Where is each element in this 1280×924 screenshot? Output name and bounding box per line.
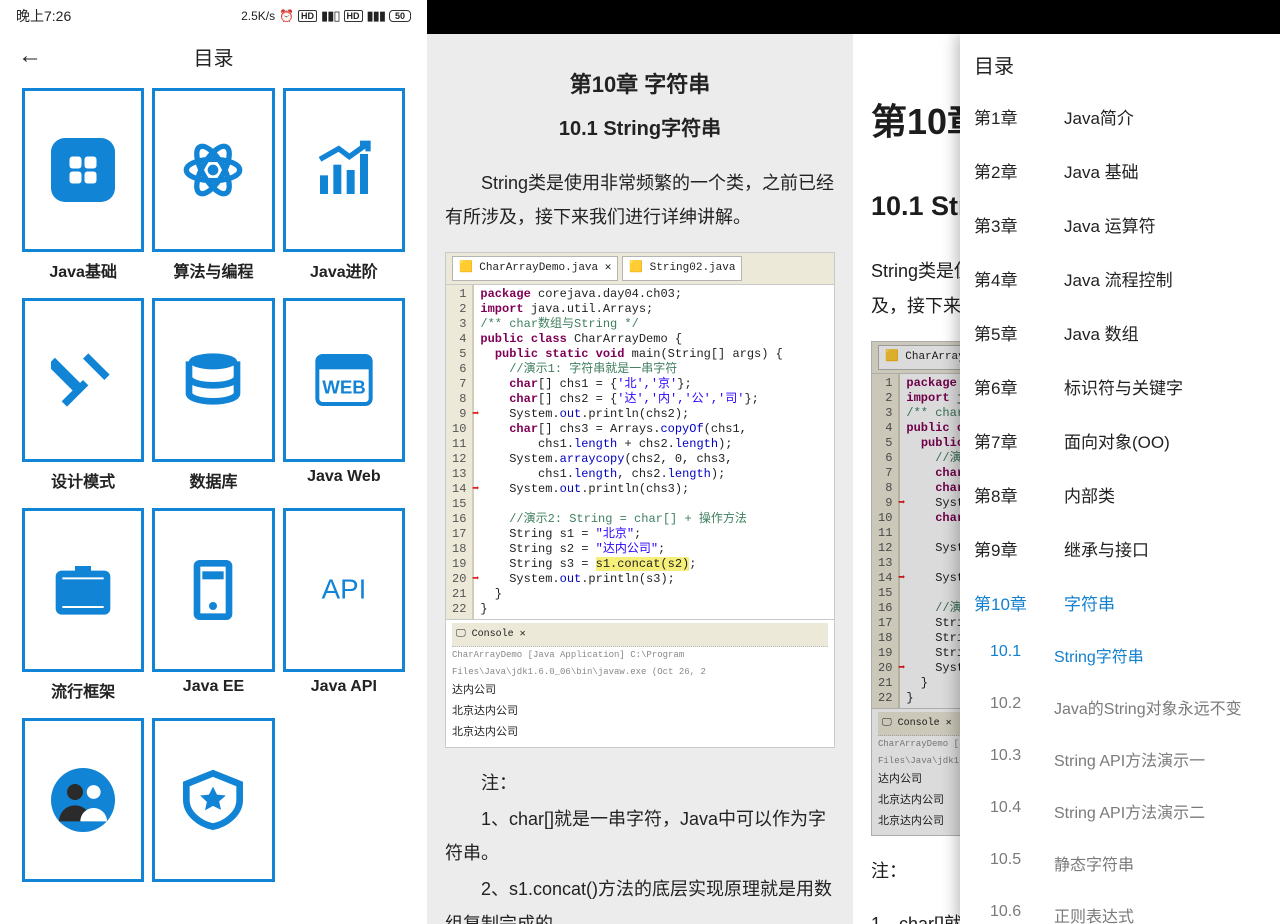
toc-chapter-label: Java 基础 bbox=[1064, 158, 1139, 183]
toc-chapter[interactable]: 第3章 Java 运算符 bbox=[960, 197, 1280, 251]
category-card-badge[interactable] bbox=[152, 718, 274, 882]
page-title: 目录 bbox=[0, 42, 427, 71]
code-block: 🟨 CharArrayDemo.java ✕🟨 String02.java123… bbox=[445, 252, 835, 748]
status-icons: 2.5K/s ⏰ HD▮▮▯ HD▮▮▮ 50 bbox=[241, 8, 411, 24]
toc-chapter-num: 第9章 bbox=[974, 536, 1046, 561]
toc-section-num: 10.5 bbox=[990, 851, 1036, 875]
toc-drawer[interactable]: 目录 第1章 Java简介第2章 Java 基础第3章 Java 运算符第4章 Java… bbox=[960, 34, 1280, 924]
toc-section-num: 10.2 bbox=[990, 695, 1036, 719]
toc-section[interactable]: 10.5 静态字符串 bbox=[960, 837, 1280, 889]
category-label: Java API bbox=[283, 678, 405, 696]
toc-chapter-num: 第7章 bbox=[974, 428, 1046, 453]
toc-chapter-label: Java 数组 bbox=[1064, 320, 1139, 345]
tools-icon bbox=[51, 348, 115, 412]
toc-chapter[interactable]: 第5章 Java 数组 bbox=[960, 305, 1280, 359]
web-icon: WEB bbox=[312, 348, 376, 412]
toc-chapter[interactable]: 第1章 Java简介 bbox=[960, 89, 1280, 143]
toc-section-label: String字符串 bbox=[1054, 643, 1144, 667]
toc-chapter-num: 第8章 bbox=[974, 482, 1046, 507]
toc-chapter-num: 第5章 bbox=[974, 320, 1046, 345]
toc-section[interactable]: 10.1 String字符串 bbox=[960, 629, 1280, 681]
chapter-title: 第10章 字符串 bbox=[445, 64, 835, 106]
toc-chapter-label: Java 运算符 bbox=[1064, 212, 1156, 237]
toc-chapter-num: 第10章 bbox=[974, 590, 1046, 615]
users-icon bbox=[51, 768, 115, 832]
toc-chapter-num: 第3章 bbox=[974, 212, 1046, 237]
toc-chapter[interactable]: 第10章字符串 bbox=[960, 575, 1280, 629]
section-title: 10.1 String字符串 bbox=[445, 110, 835, 148]
status-time: 晚上7:26 bbox=[16, 6, 71, 26]
category-label: Java Web bbox=[283, 468, 405, 486]
category-card-users[interactable] bbox=[22, 718, 144, 882]
db-icon bbox=[181, 348, 245, 412]
category-label: 流行框架 bbox=[22, 678, 144, 702]
category-label: Java基础 bbox=[22, 258, 144, 282]
toc-section-label: String API方法演示一 bbox=[1054, 747, 1205, 771]
toc-section-num: 10.1 bbox=[990, 643, 1036, 667]
toc-section-num: 10.6 bbox=[990, 903, 1036, 924]
category-card-chart[interactable] bbox=[283, 88, 405, 252]
back-icon[interactable]: ← bbox=[18, 42, 42, 70]
category-card-api[interactable]: API bbox=[283, 508, 405, 672]
atom-icon bbox=[181, 138, 245, 202]
category-label: 数据库 bbox=[152, 468, 274, 492]
toc-section-num: 10.3 bbox=[990, 747, 1036, 771]
category-label: 算法与编程 bbox=[152, 258, 274, 282]
note-header: 注： bbox=[445, 766, 835, 800]
chart-icon bbox=[312, 138, 376, 202]
toc-chapter[interactable]: 第7章面向对象(OO) bbox=[960, 413, 1280, 467]
toc-section[interactable]: 10.4 String API方法演示二 bbox=[960, 785, 1280, 837]
badge-icon bbox=[181, 768, 245, 832]
toc-chapter-label: 内部类 bbox=[1064, 482, 1115, 507]
toc-chapter-label: Java简介 bbox=[1064, 104, 1134, 129]
note-item: 2、s1.concat()方法的底层实现原理就是用数组复制完成的。 bbox=[445, 872, 835, 924]
board-icon bbox=[51, 558, 115, 622]
toc-chapter-label: 字符串 bbox=[1064, 590, 1115, 615]
category-card-board[interactable] bbox=[22, 508, 144, 672]
category-card-atom[interactable] bbox=[152, 88, 274, 252]
toc-section[interactable]: 10.3 String API方法演示一 bbox=[960, 733, 1280, 785]
category-label: 设计模式 bbox=[22, 468, 144, 492]
toc-section-label: Java的String对象永远不变 bbox=[1054, 695, 1242, 719]
toc-chapter-label: Java 流程控制 bbox=[1064, 266, 1173, 291]
category-card-db[interactable] bbox=[152, 298, 274, 462]
status-bar-dark bbox=[427, 0, 853, 34]
toc-section-label: 静态字符串 bbox=[1054, 851, 1134, 875]
content-paragraph: String类是使用非常频繁的一个类，之前已经有所涉及，接下来我们进行详绅讲解。 bbox=[445, 166, 835, 234]
toc-chapter[interactable]: 第9章继承与接口 bbox=[960, 521, 1280, 575]
category-card-grid[interactable] bbox=[22, 88, 144, 252]
category-card-web[interactable]: WEB bbox=[283, 298, 405, 462]
toc-chapter[interactable]: 第2章 Java 基础 bbox=[960, 143, 1280, 197]
category-label: Java进阶 bbox=[283, 258, 405, 282]
toc-chapter-num: 第4章 bbox=[974, 266, 1046, 291]
category-label: Java EE bbox=[152, 678, 274, 696]
api-icon: API bbox=[312, 558, 376, 622]
toc-chapter[interactable]: 第6章标识符与关键字 bbox=[960, 359, 1280, 413]
toc-chapter-num: 第6章 bbox=[974, 374, 1046, 399]
svg-text:API: API bbox=[321, 574, 366, 605]
drawer-title: 目录 bbox=[960, 34, 1280, 89]
toc-chapter-label: 面向对象(OO) bbox=[1064, 428, 1170, 453]
toc-chapter-num: 第2章 bbox=[974, 158, 1046, 183]
toc-section[interactable]: 10.6 正则表达式 bbox=[960, 889, 1280, 924]
status-bar-dark bbox=[853, 0, 1280, 34]
grid-icon bbox=[51, 138, 115, 202]
category-card-server[interactable] bbox=[152, 508, 274, 672]
category-card-tools[interactable] bbox=[22, 298, 144, 462]
toc-chapter-label: 标识符与关键字 bbox=[1064, 374, 1183, 399]
toc-chapter[interactable]: 第8章内部类 bbox=[960, 467, 1280, 521]
toc-section[interactable]: 10.2 Java的String对象永远不变 bbox=[960, 681, 1280, 733]
toc-chapter-label: 继承与接口 bbox=[1064, 536, 1149, 561]
toc-section-label: 正则表达式 bbox=[1054, 903, 1134, 924]
status-bar: 晚上7:26 2.5K/s ⏰ HD▮▮▯ HD▮▮▮ 50 bbox=[0, 0, 427, 32]
toc-section-label: String API方法演示二 bbox=[1054, 799, 1205, 823]
toc-section-num: 10.4 bbox=[990, 799, 1036, 823]
note-item: 1、char[]就是一串字符，Java中可以作为字符串。 bbox=[445, 802, 835, 870]
svg-text:WEB: WEB bbox=[322, 376, 366, 397]
toc-chapter-num: 第1章 bbox=[974, 104, 1046, 129]
toc-chapter[interactable]: 第4章 Java 流程控制 bbox=[960, 251, 1280, 305]
server-icon bbox=[181, 558, 245, 622]
